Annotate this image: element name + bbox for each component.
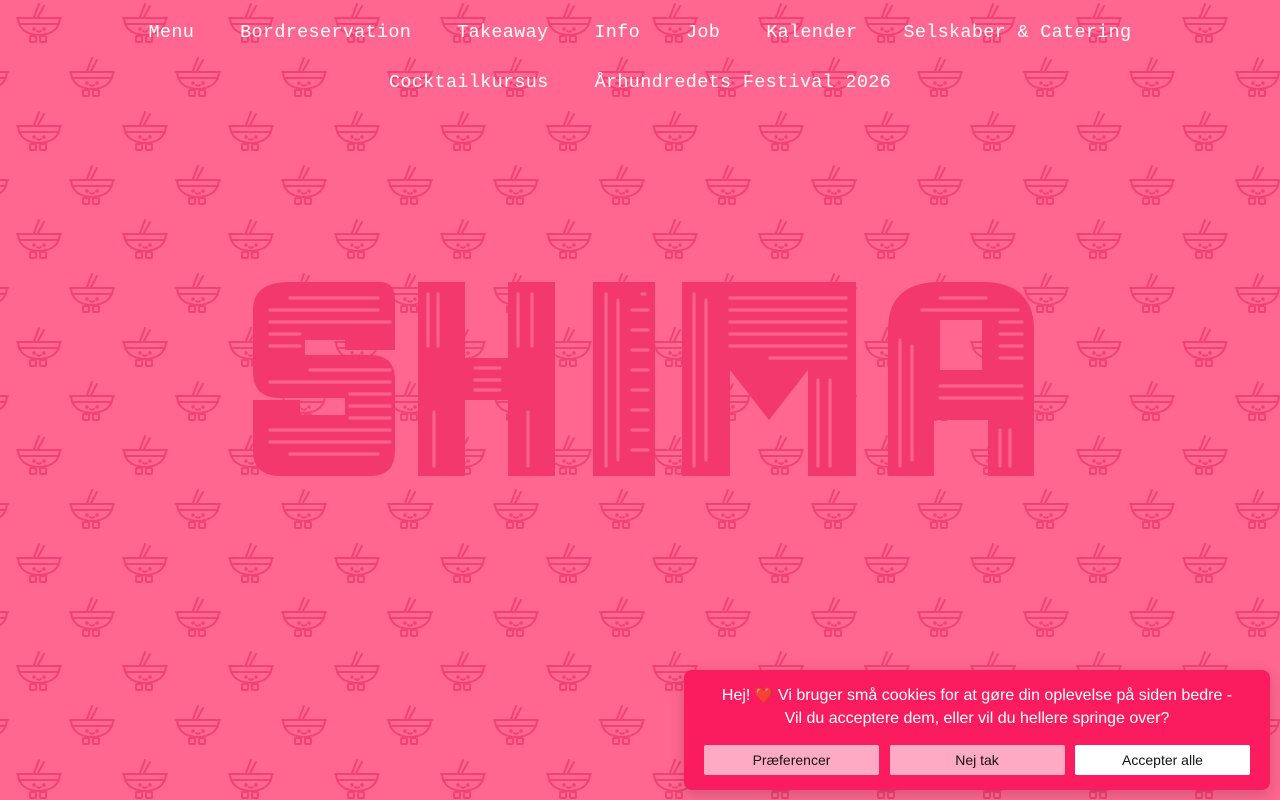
nav-item-job[interactable]: Job [663,8,743,58]
nav-item-info[interactable]: Info [571,8,663,58]
cookie-decline-button[interactable]: Nej tak [889,745,1065,775]
shima-logo [253,282,1034,476]
cookie-preferences-button[interactable]: Præferencer [704,745,879,775]
nav-item-menu[interactable]: Menu [126,8,218,58]
cookie-message: Hej! ❤️ Vi bruger små cookies for at gør… [704,684,1250,730]
heart-icon: ❤️ [754,687,774,704]
cookie-accept-all-button[interactable]: Accepter alle [1075,745,1250,775]
nav-item-festival-2026[interactable]: Århundredets Festival 2026 [572,58,914,108]
cookie-message-line2: Vil du acceptere dem, eller vil du helle… [784,710,1170,727]
nav-item-bordreservation[interactable]: Bordreservation [217,8,434,58]
nav-item-kalender[interactable]: Kalender [743,8,880,58]
cookie-consent-banner: Hej! ❤️ Vi bruger små cookies for at gør… [684,670,1270,790]
cookie-message-greeting: Hej! [721,687,751,704]
main-navigation: Menu Bordreservation Takeaway Info Job K… [0,0,1280,108]
nav-item-cocktailkursus[interactable]: Cocktailkursus [366,58,572,108]
cookie-message-line1: Vi bruger små cookies for at gøre din op… [777,687,1233,704]
nav-item-selskaber-catering[interactable]: Selskaber & Catering [880,8,1154,58]
nav-item-takeaway[interactable]: Takeaway [434,8,571,58]
cookie-button-row: Præferencer Nej tak Accepter alle [704,745,1250,775]
